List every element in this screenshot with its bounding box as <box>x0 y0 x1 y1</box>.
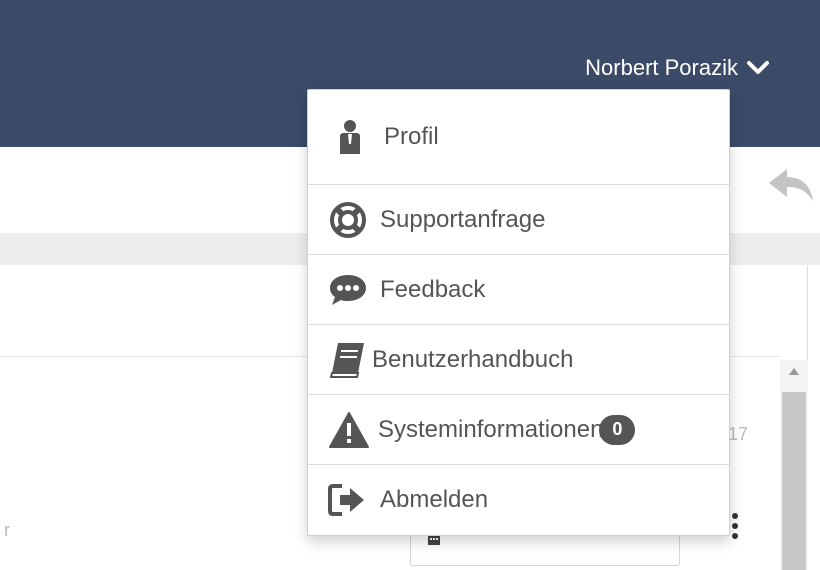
scrollbar-thumb[interactable] <box>782 392 806 570</box>
menu-item-profil[interactable]: Profil <box>308 90 729 184</box>
menu-item-label: Systeminformationen <box>378 415 604 443</box>
user-menu-toggle[interactable]: Norbert Porazik <box>585 50 770 86</box>
sign-out-icon <box>328 484 364 516</box>
background-peek-number: 17 <box>728 424 749 444</box>
book-icon <box>329 342 364 378</box>
user-icon <box>340 120 360 154</box>
user-dropdown-menu: Profil Supportanfrage Feedback Benutzerh… <box>307 89 730 536</box>
menu-item-supportanfrage[interactable]: Supportanfrage <box>308 185 729 254</box>
kebab-menu-icon[interactable] <box>728 512 742 542</box>
menu-item-label: Profil <box>384 123 439 150</box>
background-peek-letter: r <box>4 520 10 540</box>
scroll-up-arrow-icon[interactable] <box>788 366 800 376</box>
reply-back-icon[interactable] <box>765 165 815 205</box>
comment-icon <box>330 274 366 305</box>
menu-item-label: Feedback <box>380 275 486 303</box>
user-name: Norbert Porazik <box>585 55 738 80</box>
warning-icon <box>329 411 369 448</box>
menu-item-label: Benutzerhandbuch <box>372 345 574 373</box>
life-ring-icon <box>330 201 366 238</box>
menu-item-abmelden[interactable]: Abmelden <box>308 465 729 535</box>
chevron-down-icon <box>747 61 769 74</box>
menu-item-feedback[interactable]: Feedback <box>308 255 729 324</box>
menu-item-label: Supportanfrage <box>380 205 546 233</box>
menu-item-benutzerhandbuch[interactable]: Benutzerhandbuch <box>308 325 729 394</box>
menu-item-systeminformationen[interactable]: Systeminformationen 0 <box>308 395 729 464</box>
menu-item-label: Abmelden <box>380 486 489 513</box>
notification-count-badge: 0 <box>599 414 636 445</box>
calendar-icon <box>428 535 440 545</box>
